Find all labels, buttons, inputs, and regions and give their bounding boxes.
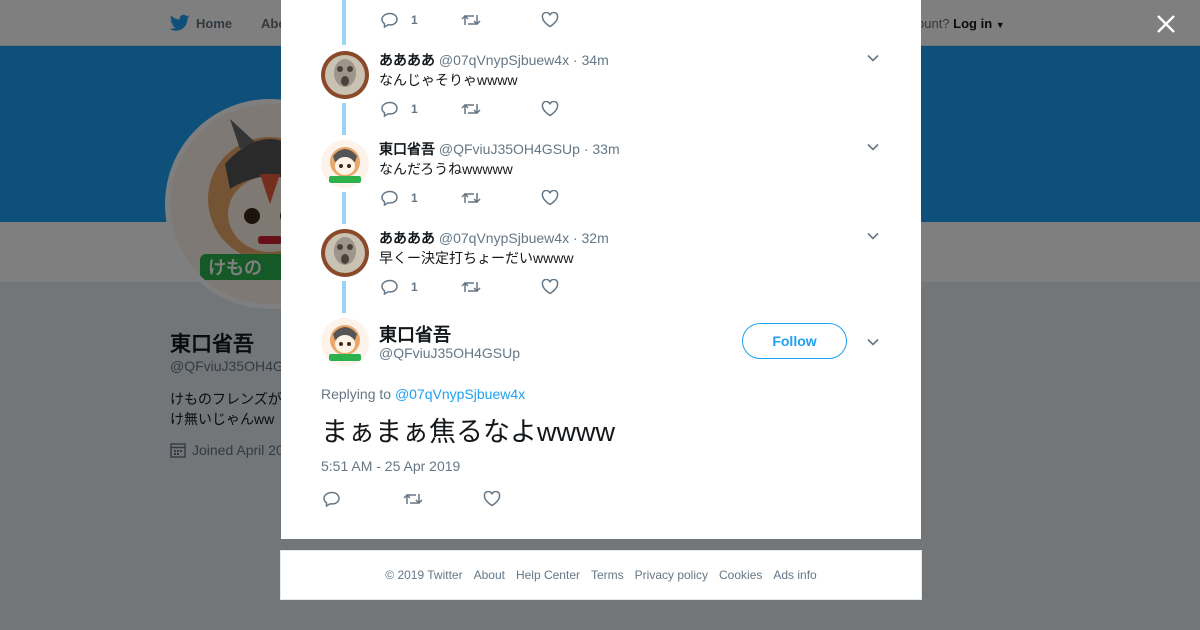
close-icon[interactable]	[1155, 13, 1177, 35]
replying-to: Replying to @07qVnypSjbuew4x	[321, 386, 525, 402]
like-button[interactable]	[541, 12, 621, 28]
avatar[interactable]	[321, 318, 369, 366]
reply-text: なんだろうねwwwww	[379, 161, 513, 177]
like-button[interactable]	[483, 491, 563, 507]
tweet-text: まぁまぁ焦るなよwwww	[321, 417, 615, 447]
tweet-actions: 1	[381, 277, 621, 297]
reply-count: 1	[411, 13, 418, 27]
chevron-down-icon[interactable]	[867, 54, 879, 62]
reply-author-name[interactable]: ああああ	[379, 52, 435, 68]
reply-icon	[381, 12, 398, 28]
footer-link-privacy[interactable]: Privacy policy	[635, 568, 708, 582]
tweet-actions	[323, 489, 563, 509]
reply-author-name[interactable]: ああああ	[379, 230, 435, 246]
reply-header: ああああ @07qVnypSjbuew4x · 32m	[379, 228, 609, 248]
thread-reply[interactable]: ああああ @07qVnypSjbuew4x · 32m 早くー決定打ちょーだいw…	[281, 223, 921, 312]
tweet-author-name[interactable]: 東口省吾	[379, 321, 451, 347]
chevron-down-icon[interactable]	[867, 338, 879, 346]
tweet-actions: 1	[381, 99, 621, 119]
retweet-icon	[461, 192, 481, 204]
retweet-button[interactable]	[461, 101, 541, 117]
tweet-timestamp[interactable]: 5:51 AM - 25 Apr 2019	[321, 458, 460, 474]
like-button[interactable]	[541, 279, 621, 295]
reply-time[interactable]: · 34m	[573, 52, 609, 68]
avatar[interactable]	[321, 229, 369, 277]
avatar-image	[321, 318, 369, 366]
like-icon	[541, 101, 559, 117]
retweet-button[interactable]	[403, 491, 483, 507]
replying-to-link[interactable]: @07qVnypSjbuew4x	[395, 386, 525, 402]
retweet-icon	[403, 493, 423, 505]
replying-prefix: Replying to	[321, 386, 392, 402]
reply-button[interactable]: 1	[381, 12, 461, 28]
avatar-image	[321, 51, 369, 99]
reply-count: 1	[411, 280, 418, 294]
like-icon	[541, 190, 559, 206]
retweet-button[interactable]	[461, 12, 541, 28]
retweet-icon	[461, 14, 481, 26]
footer: © 2019 Twitter About Help Center Terms P…	[280, 550, 922, 600]
reply-icon	[381, 190, 398, 206]
follow-button[interactable]: Follow	[742, 323, 847, 359]
chevron-down-icon[interactable]	[867, 143, 879, 151]
reply-count: 1	[411, 102, 418, 116]
reply-time[interactable]: · 33m	[584, 141, 620, 157]
reply-icon	[323, 491, 340, 507]
avatar-image	[321, 229, 369, 277]
like-icon	[541, 12, 559, 28]
footer-link-ads-info[interactable]: Ads info	[773, 568, 816, 582]
thread-reply[interactable]: 東口省吾 @QFviuJ35OH4GSUp · 33m なんだろうねwwwww …	[281, 134, 921, 223]
reply-button[interactable]	[323, 491, 403, 507]
avatar[interactable]	[321, 140, 369, 188]
retweet-button[interactable]	[461, 279, 541, 295]
retweet-icon	[461, 103, 481, 115]
tweet-author-handle[interactable]: @QFviuJ35OH4GSUp	[379, 345, 520, 361]
footer-link-about[interactable]: About	[474, 568, 505, 582]
reply-icon	[381, 101, 398, 117]
like-icon	[541, 279, 559, 295]
like-button[interactable]	[541, 190, 621, 206]
reply-text: 早くー決定打ちょーだいwwww	[379, 250, 574, 266]
avatar[interactable]	[321, 51, 369, 99]
reply-icon	[381, 279, 398, 295]
reply-button[interactable]: 1	[381, 101, 461, 117]
thread-reply[interactable]: ああああ @07qVnypSjbuew4x · 34m なんじゃそりゃwwww …	[281, 45, 921, 134]
reply-button[interactable]: 1	[381, 190, 461, 206]
reply-text: なんじゃそりゃwwww	[379, 72, 518, 88]
reply-count: 1	[411, 191, 418, 205]
tweet-actions: 1	[381, 10, 621, 30]
reply-time[interactable]: · 32m	[573, 230, 609, 246]
reply-author-handle[interactable]: @07qVnypSjbuew4x	[439, 230, 569, 246]
reply-header: 東口省吾 @QFviuJ35OH4GSUp · 33m	[379, 139, 620, 159]
reply-button[interactable]: 1	[381, 279, 461, 295]
tweet-actions: 1	[381, 188, 621, 208]
reply-author-handle[interactable]: @QFviuJ35OH4GSUp	[439, 141, 580, 157]
footer-copyright: © 2019 Twitter	[385, 568, 463, 582]
reply-author-handle[interactable]: @07qVnypSjbuew4x	[439, 52, 569, 68]
chevron-down-icon[interactable]	[867, 232, 879, 240]
like-button[interactable]	[541, 101, 621, 117]
avatar-image	[321, 140, 369, 188]
retweet-icon	[461, 281, 481, 293]
reply-author-name[interactable]: 東口省吾	[379, 141, 435, 157]
footer-link-help-center[interactable]: Help Center	[516, 568, 580, 582]
reply-header: ああああ @07qVnypSjbuew4x · 34m	[379, 50, 609, 70]
like-icon	[483, 491, 501, 507]
tweet-modal: 1 ああああ @07qVnypSjbuew4x · 34m なんじゃそりゃwww…	[281, 0, 921, 539]
footer-link-terms[interactable]: Terms	[591, 568, 624, 582]
thread-line	[342, 0, 346, 45]
retweet-button[interactable]	[461, 190, 541, 206]
footer-link-cookies[interactable]: Cookies	[719, 568, 762, 582]
